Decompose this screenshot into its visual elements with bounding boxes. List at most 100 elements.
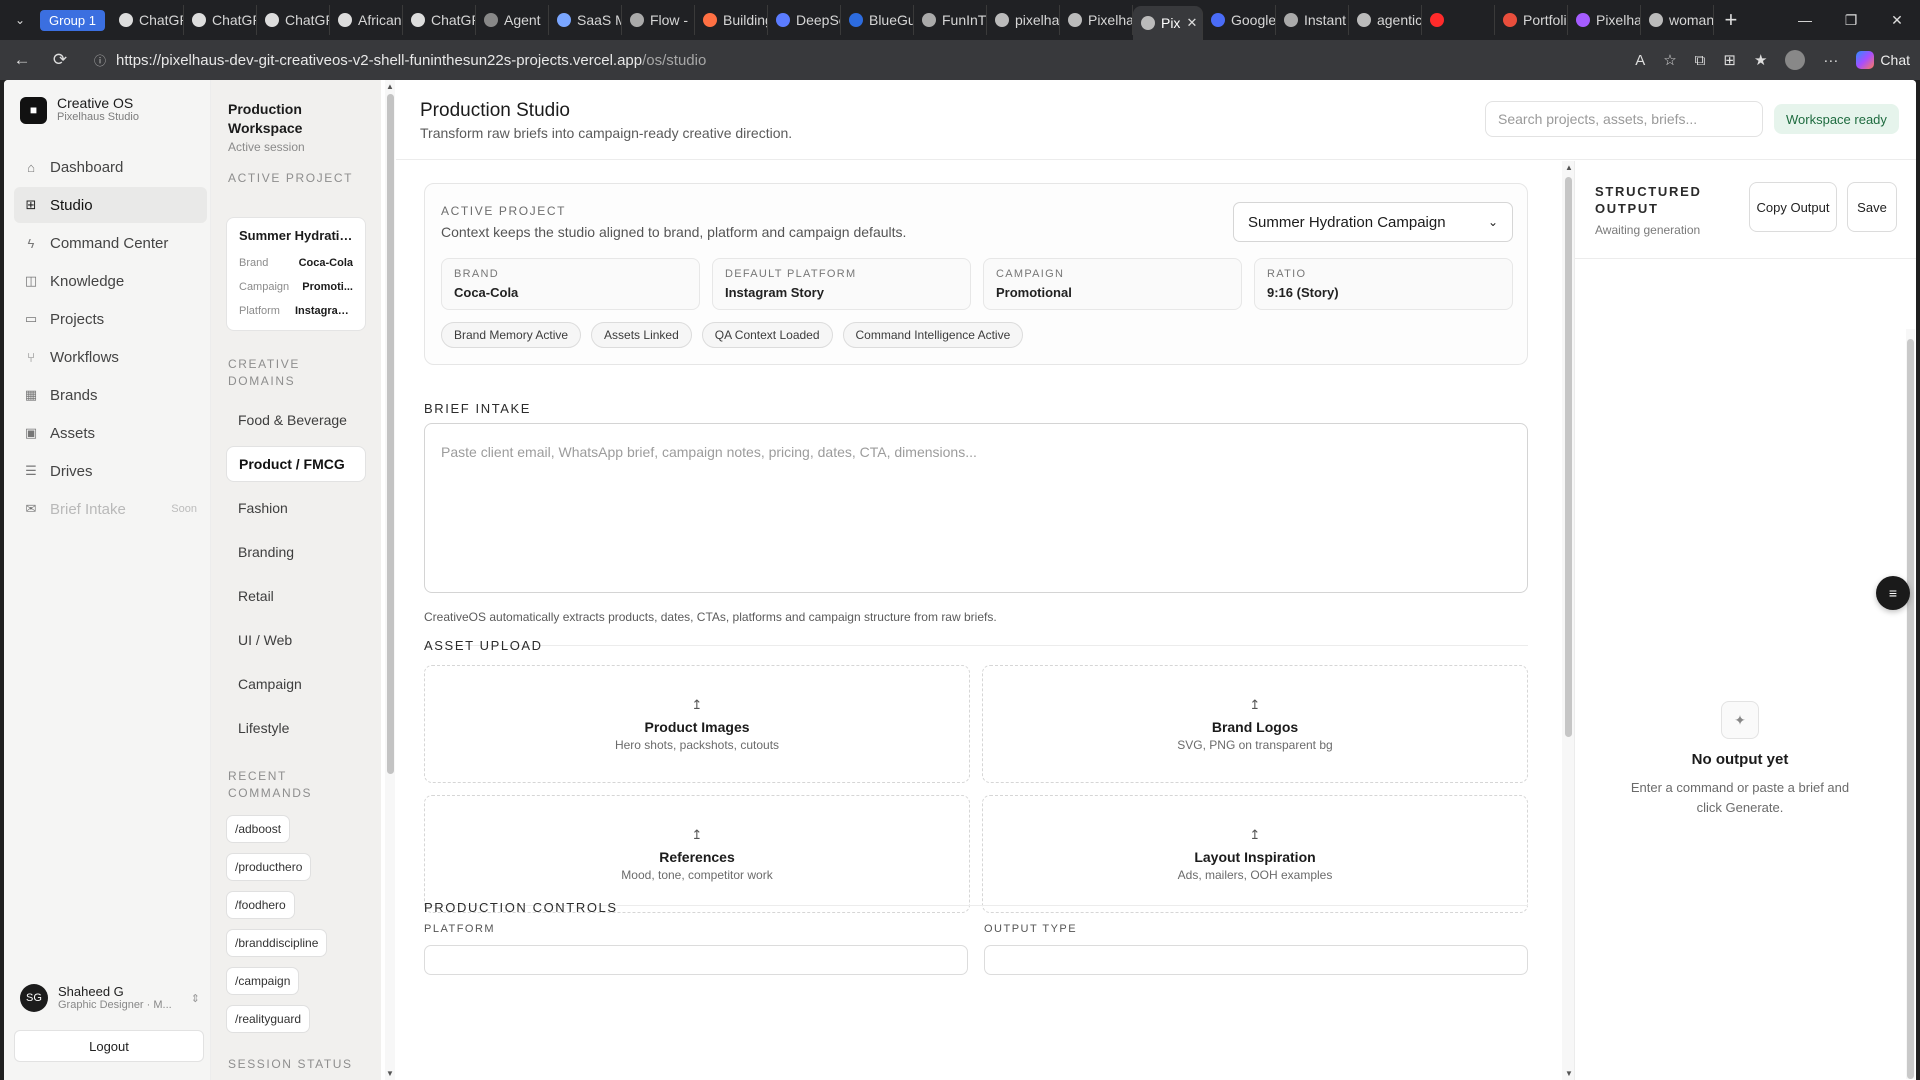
output-scrollbar[interactable] <box>1906 329 1915 1079</box>
minimize-icon[interactable]: — <box>1782 12 1828 29</box>
browser-tab[interactable]: ChatGPT <box>184 5 257 35</box>
logout-button[interactable]: Logout <box>14 1030 204 1062</box>
project-select[interactable]: Summer Hydration Campaign ⌄ <box>1233 202 1513 242</box>
domain-item[interactable]: Food & Beverage <box>226 402 366 438</box>
soon-badge: Soon <box>171 503 197 515</box>
command-chip[interactable]: /branddiscipline <box>226 929 328 957</box>
upload-tile-product-images[interactable]: ↥ Product Images Hero shots, packshots, cu… <box>424 665 970 783</box>
upload-tile-brand-logos[interactable]: ↥ Brand Logos SVG, PNG on transparent bg <box>982 665 1528 783</box>
close-window-icon[interactable]: ✕ <box>1874 12 1920 29</box>
active-project-card[interactable]: Summer Hydratio... Brand Coca-Cola Campaig… <box>226 217 366 331</box>
domain-item[interactable]: Branding <box>226 534 366 570</box>
browser-tab[interactable]: Instant <box>1276 5 1349 35</box>
browser-tab[interactable]: Google <box>1203 5 1276 35</box>
sidebar-item-workflows[interactable]: ⑂ Workflows <box>14 339 207 375</box>
upload-tile-references[interactable]: ↥ References Mood, tone, competitor work <box>424 795 970 913</box>
floating-menu-icon[interactable]: ≡ <box>1876 576 1910 610</box>
address-bar[interactable]: ⓘ https://pixelhaus-dev-git-creativeos-v… <box>86 45 1621 75</box>
more-options-icon[interactable]: ··· <box>1823 52 1838 69</box>
domain-item[interactable]: Campaign <box>226 666 366 702</box>
app-brand[interactable]: ■ Creative OS Pixelhaus Studio <box>20 96 139 124</box>
scrollbar-thumb[interactable] <box>1907 339 1914 1079</box>
scroll-up-icon[interactable]: ▲ <box>1565 163 1573 172</box>
browser-tab[interactable]: Pixelha <box>1060 5 1133 35</box>
platform-select[interactable] <box>424 945 968 975</box>
main-scrollbar[interactable]: ▲ ▼ <box>1562 161 1574 1080</box>
browser-tab[interactable]: woman <box>1641 5 1714 35</box>
sidebar-item-knowledge[interactable]: ◫ Knowledge <box>14 263 207 299</box>
user-menu[interactable]: SG Shaheed G Graphic Designer · M... ⇕ <box>20 984 200 1012</box>
domain-item[interactable]: Product / FMCG <box>226 446 366 482</box>
sidebar-item-label: Workflows <box>50 348 119 366</box>
domain-item[interactable]: Fashion <box>226 490 366 526</box>
browser-tab[interactable]: pixelha <box>987 5 1060 35</box>
command-chip[interactable]: /realityguard <box>226 1005 311 1033</box>
upload-tile-layout-inspiration[interactable]: ↥ Layout Inspiration Ads, mailers, OOH exa… <box>982 795 1528 913</box>
tab-close-icon[interactable]: ✕ <box>1186 15 1197 31</box>
chevron-updown-icon[interactable]: ⇕ <box>191 992 200 1005</box>
sidebar-item-projects[interactable]: ▭ Projects <box>14 301 207 337</box>
scroll-up-icon[interactable]: ▲ <box>386 82 394 91</box>
sidebar-item-brands[interactable]: ▦ Brands <box>14 377 207 413</box>
copilot-chat-button[interactable]: Chat <box>1856 51 1910 69</box>
browser-tab[interactable]: DeepSe <box>768 5 841 35</box>
sidebar-item-drives[interactable]: ☰ Drives <box>14 453 207 489</box>
sidebar-item-assets[interactable]: ▣ Assets <box>14 415 207 451</box>
scrollbar-thumb[interactable] <box>1565 177 1572 737</box>
save-button[interactable]: Save <box>1847 182 1897 232</box>
window-controls: — ❐ ✕ <box>1782 12 1920 29</box>
site-info-icon[interactable]: ⓘ <box>94 52 106 69</box>
sidebar-item-studio[interactable]: ⊞ Studio <box>14 187 207 223</box>
search-input[interactable] <box>1485 101 1763 137</box>
domain-item[interactable]: Lifestyle <box>226 710 366 746</box>
browser-tab[interactable]: Pix ✕ <box>1132 6 1203 40</box>
tab-list-menu-icon[interactable]: ⌄ <box>0 0 40 40</box>
recent-commands-list: /adboost/producthero/foodhero/branddisci… <box>226 815 366 1043</box>
domain-item[interactable]: Retail <box>226 578 366 614</box>
browser-tab[interactable]: ChatGPT <box>403 5 476 35</box>
browser-tab[interactable]: Pixelha <box>1568 5 1641 35</box>
tab-favicon-icon <box>775 13 790 27</box>
read-aloud-icon[interactable]: A <box>1635 52 1645 69</box>
command-chip[interactable]: /producthero <box>226 853 312 881</box>
new-tab-icon[interactable]: + <box>1714 7 1748 33</box>
brief-textarea[interactable] <box>424 423 1528 593</box>
sidebar-item-dashboard[interactable]: ⌂ Dashboard <box>14 149 207 185</box>
browser-tab[interactable]: Building <box>695 5 768 35</box>
tab-label: Agent <box>503 12 541 28</box>
reload-icon[interactable]: ⟳ <box>48 50 72 70</box>
browser-tab[interactable]: Agent <box>476 5 549 35</box>
copy-output-button[interactable]: Copy Output <box>1749 182 1837 232</box>
command-chip[interactable]: /foodhero <box>226 891 295 919</box>
output-type-select[interactable] <box>984 945 1528 975</box>
back-arrow-icon[interactable]: ← <box>10 50 34 70</box>
profile-avatar-icon[interactable] <box>1785 50 1806 70</box>
restore-icon[interactable]: ❐ <box>1828 12 1874 29</box>
browser-tab[interactable]: African <box>330 5 403 35</box>
browser-tab[interactable]: FunInT <box>914 5 987 35</box>
favorites-icon[interactable]: ★ <box>1754 51 1767 69</box>
command-chip[interactable]: /campaign <box>226 967 300 995</box>
browser-tab[interactable]: SaaS M <box>549 5 622 35</box>
browser-tab[interactable]: ChatGPT <box>257 5 330 35</box>
scroll-down-icon[interactable]: ▼ <box>386 1069 394 1078</box>
extensions-icon[interactable]: ⧉ <box>1695 52 1706 69</box>
detail-value: Promoti... <box>302 281 353 293</box>
brief-helper-text: CreativeOS automatically extracts produc… <box>424 610 997 624</box>
domain-item[interactable]: UI / Web <box>226 622 366 658</box>
sidebar-item-command-center[interactable]: ϟ Command Center <box>14 225 207 261</box>
command-chip[interactable]: /adboost <box>226 815 291 843</box>
browser-tab[interactable]: agentic <box>1349 5 1422 35</box>
detail-value: Coca-Cola <box>298 257 353 269</box>
browser-tab[interactable]: BlueGu <box>841 5 914 35</box>
split-screen-icon[interactable]: ⊞ <box>1723 51 1736 69</box>
scrollbar-thumb[interactable] <box>387 94 394 774</box>
tab-group-chip[interactable]: Group 1 <box>40 9 105 31</box>
browser-tab[interactable]: Portfoli <box>1495 5 1568 35</box>
browser-tab[interactable]: Flow - <box>622 5 695 35</box>
browser-tab[interactable]: ChatGPT <box>111 5 184 35</box>
scroll-down-icon[interactable]: ▼ <box>1565 1069 1573 1078</box>
favorite-star-icon[interactable]: ☆ <box>1663 51 1676 69</box>
browser-tab[interactable] <box>1422 5 1495 35</box>
workspace-scrollbar[interactable]: ▲ ▼ <box>385 80 395 1080</box>
